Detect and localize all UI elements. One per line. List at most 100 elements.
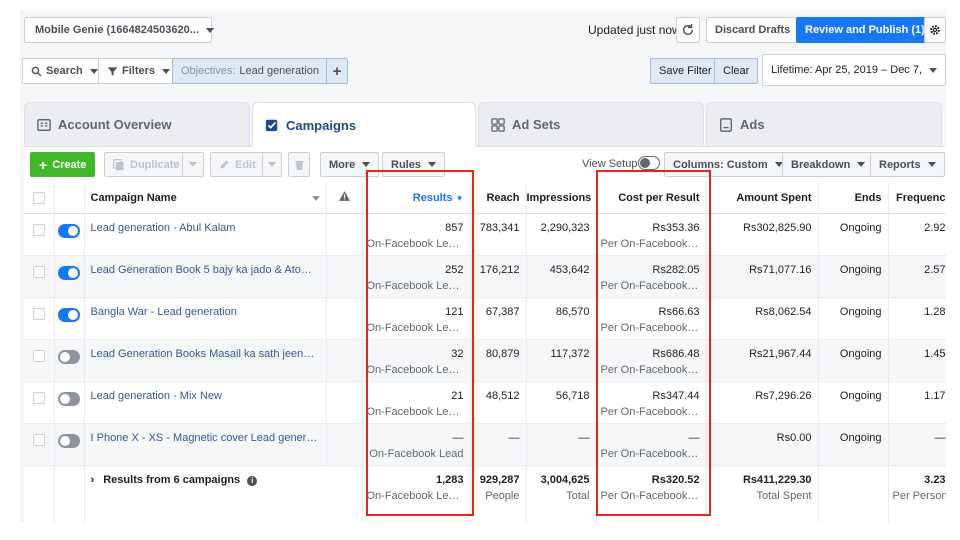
- campaign-name-link[interactable]: Bangla War - Lead generation: [84, 297, 327, 340]
- tab-account-overview[interactable]: Account Overview: [24, 102, 250, 146]
- campaign-status-toggle[interactable]: [58, 349, 80, 364]
- results-sub: On-Facebook Lead: [369, 447, 464, 460]
- view-setup-label: View Setup: [582, 158, 638, 170]
- create-button[interactable]: + Create: [30, 152, 96, 177]
- row-toggle-cell[interactable]: [54, 381, 85, 424]
- settings-button[interactable]: [924, 17, 946, 43]
- campaign-name-link[interactable]: I Phone X - XS - Magnetic cover Lead gen…: [84, 423, 327, 466]
- ends-cell: Ongoing: [818, 381, 889, 424]
- header-cost-per-result[interactable]: Cost per Result: [596, 183, 707, 214]
- row-checkbox[interactable]: [32, 433, 45, 446]
- row-toggle-cell[interactable]: [54, 213, 85, 256]
- warnings-cell: [326, 297, 363, 340]
- row-toggle-cell[interactable]: [54, 255, 85, 298]
- chevron-down-icon: [857, 162, 866, 167]
- row-checkbox[interactable]: [32, 391, 45, 404]
- spent-cell: Rs0.00: [706, 423, 819, 466]
- info-icon[interactable]: i: [247, 475, 258, 486]
- header-frequency[interactable]: Frequenc: [888, 183, 946, 214]
- row-select-cell[interactable]: [24, 339, 55, 382]
- summary-value: 1,283: [435, 473, 464, 486]
- discard-drafts-button[interactable]: Discard Drafts: [706, 17, 800, 43]
- delete-button[interactable]: [288, 152, 310, 177]
- row-toggle-cell[interactable]: [54, 297, 85, 340]
- summary-label-cell[interactable]: › Results from 6 campaigns i: [84, 465, 363, 522]
- row-select-cell[interactable]: [24, 255, 55, 298]
- cost-sub: Per On-Facebook L...: [600, 447, 700, 460]
- row-toggle-cell[interactable]: [54, 339, 85, 382]
- campaign-status-toggle[interactable]: [58, 433, 80, 448]
- warnings-cell: [326, 255, 363, 298]
- more-button[interactable]: More: [320, 152, 380, 177]
- campaign-name-link[interactable]: Lead Generation Books Masail ka sath jee…: [84, 339, 327, 382]
- account-selector[interactable]: Mobile Genie (1664824503620...: [24, 17, 214, 43]
- row-checkbox[interactable]: [32, 223, 45, 236]
- row-checkbox[interactable]: [32, 307, 45, 320]
- campaign-name-link[interactable]: Lead generation - Mix New: [84, 381, 327, 424]
- cost-cell: Rs347.44 Per On-Facebook L...: [596, 381, 707, 424]
- rules-label: Rules: [391, 158, 421, 171]
- select-all-cell[interactable]: [24, 183, 55, 214]
- date-range-label: Lifetime: Apr 25, 2019 – Dec 7,: [771, 64, 923, 76]
- header-reach[interactable]: Reach: [470, 183, 527, 214]
- table-row[interactable]: Lead Generation Books Masail ka sath jee…: [24, 339, 946, 382]
- reports-button[interactable]: Reports: [870, 152, 945, 177]
- spent-cell: Rs302,825.90: [706, 213, 819, 256]
- tab-ads[interactable]: Ads: [706, 102, 942, 146]
- date-range-picker[interactable]: Lifetime: Apr 25, 2019 – Dec 7,: [762, 54, 946, 86]
- edit-dropdown[interactable]: [262, 152, 282, 177]
- summary-value: 3,004,625: [540, 473, 590, 486]
- header-amount-spent[interactable]: Amount Spent: [706, 183, 819, 214]
- table-row[interactable]: Bangla War - Lead generation 121 On-Facebo…: [24, 297, 946, 340]
- filters-button[interactable]: Filters: [98, 58, 180, 84]
- table-row[interactable]: Lead Generation Book 5 bajy ka jado & At…: [24, 255, 946, 298]
- campaign-name-link[interactable]: Lead generation - Abul Kalam: [84, 213, 327, 256]
- view-setup-toggle[interactable]: [638, 156, 660, 170]
- review-publish-button[interactable]: Review and Publish (1): [796, 17, 934, 43]
- row-toggle-cell[interactable]: [54, 423, 85, 466]
- summary-impressions: 3,004,625 Total: [526, 465, 597, 522]
- table-row[interactable]: Lead generation - Abul Kalam 857 On-Facebo…: [24, 213, 946, 256]
- table-row[interactable]: I Phone X - XS - Magnetic cover Lead gen…: [24, 423, 946, 466]
- rules-button[interactable]: Rules: [382, 152, 445, 177]
- tab-campaigns[interactable]: Campaigns: [252, 102, 476, 147]
- columns-button[interactable]: Columns: Custom: [664, 152, 792, 177]
- save-filter-button[interactable]: Save Filter: [650, 58, 721, 84]
- duplicate-button[interactable]: Duplicate: [104, 152, 189, 177]
- row-checkbox[interactable]: [32, 265, 45, 278]
- header-impressions[interactable]: Impressions: [526, 183, 597, 214]
- row-select-cell[interactable]: [24, 381, 55, 424]
- header-ends[interactable]: Ends: [818, 183, 889, 214]
- spent-cell: Rs8,062.54: [706, 297, 819, 340]
- chevron-down-icon: [311, 195, 320, 201]
- row-select-cell[interactable]: [24, 213, 55, 256]
- summary-spacer: [54, 465, 85, 522]
- objective-filter-pill[interactable]: Objectives: Lead generation ✕: [172, 58, 345, 84]
- columns-value: Custom: [726, 158, 768, 171]
- campaign-status-toggle[interactable]: [58, 391, 80, 406]
- header-warnings[interactable]: [326, 183, 363, 214]
- row-select-cell[interactable]: [24, 423, 55, 466]
- row-select-cell[interactable]: [24, 297, 55, 340]
- clear-filters-button[interactable]: Clear: [714, 58, 759, 84]
- table-row[interactable]: Lead generation - Mix New 21 On-Facebook L…: [24, 381, 946, 424]
- add-filter-button[interactable]: +: [326, 58, 348, 84]
- row-checkbox[interactable]: [32, 349, 45, 362]
- edit-button[interactable]: Edit: [210, 152, 265, 177]
- frequency-cell: 1.17: [888, 381, 946, 424]
- account-name: Mobile Genie (1664824503620...: [35, 24, 199, 36]
- header-results[interactable]: Results ▼: [362, 183, 471, 214]
- refresh-button[interactable]: [676, 17, 700, 43]
- campaign-status-toggle[interactable]: [58, 265, 80, 280]
- breakdown-button[interactable]: Breakdown: [782, 152, 875, 177]
- search-button[interactable]: Search: [22, 58, 107, 84]
- campaign-status-toggle[interactable]: [58, 223, 80, 238]
- campaign-name-link[interactable]: Lead Generation Book 5 bajy ka jado & At…: [84, 255, 327, 298]
- campaign-status-toggle[interactable]: [58, 307, 80, 322]
- summary-spent: Rs411,229.30 Total Spent: [706, 465, 819, 522]
- header-campaign-name[interactable]: Campaign Name: [84, 183, 327, 214]
- duplicate-dropdown[interactable]: [182, 152, 204, 177]
- tab-ad-sets[interactable]: Ad Sets: [478, 102, 704, 146]
- select-all-checkbox[interactable]: [32, 191, 45, 204]
- toggle-knob: [60, 393, 70, 404]
